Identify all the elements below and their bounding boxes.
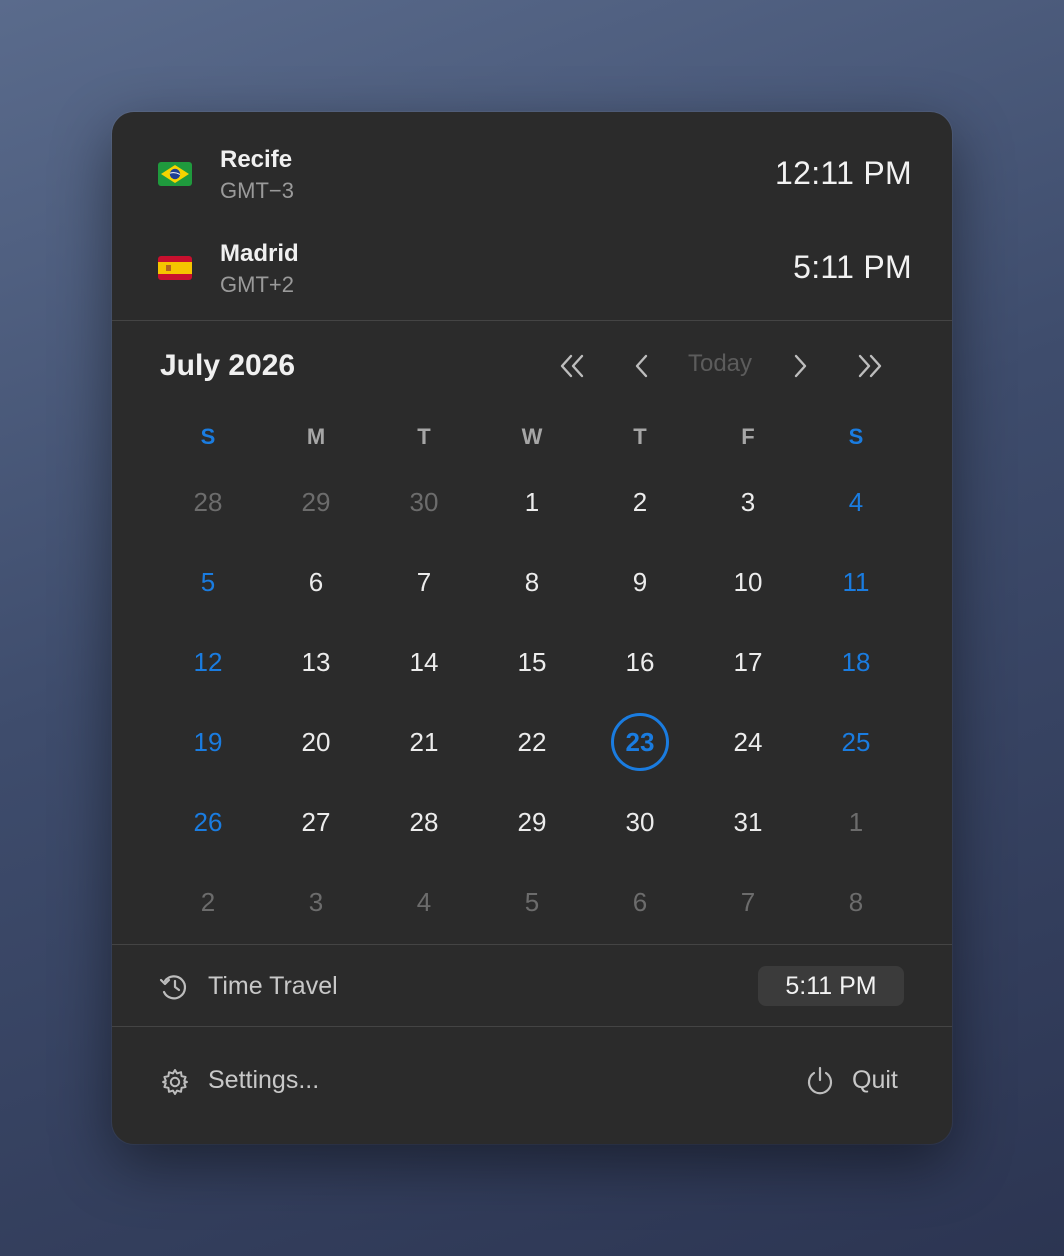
- power-icon[interactable]: [804, 1065, 836, 1102]
- day-cell[interactable]: 11: [802, 542, 910, 622]
- next-year-button[interactable]: [852, 348, 888, 384]
- weekday-label: F: [741, 424, 755, 449]
- day-cell[interactable]: 1: [478, 462, 586, 542]
- world-clock-panel: Recife GMT−3 12:11 PM Madrid GMT+2 5:11 …: [112, 112, 952, 1144]
- prev-year-button[interactable]: [554, 348, 590, 384]
- today-button[interactable]: Today: [672, 350, 768, 378]
- clock-row-recife[interactable]: Recife GMT−3 12:11 PM: [112, 130, 952, 224]
- day-cell[interactable]: 1: [802, 782, 910, 862]
- weekday-label: T: [417, 424, 431, 449]
- weekday-label: S: [848, 424, 864, 449]
- clock-time: 5:11 PM: [793, 249, 912, 285]
- day-cell[interactable]: 7: [694, 862, 802, 942]
- day-cell[interactable]: 3: [262, 862, 370, 942]
- week-row: 19 20 21 22 23 24 25: [154, 702, 910, 782]
- settings-button[interactable]: Settings...: [208, 1066, 319, 1095]
- timezone-label: GMT−3: [220, 178, 294, 203]
- day-cell[interactable]: 26: [154, 782, 262, 862]
- day-cell[interactable]: 12: [154, 622, 262, 702]
- day-cell[interactable]: 25: [802, 702, 910, 782]
- day-cell[interactable]: 9: [586, 542, 694, 622]
- calendar-grid: S M T W T F S 28 29 30 1 2 3 4 5 6 7 8 9…: [154, 412, 910, 942]
- history-clock-icon: [158, 972, 190, 1007]
- day-cell[interactable]: 8: [802, 862, 910, 942]
- day-cell[interactable]: 2: [586, 462, 694, 542]
- week-row: 26 27 28 29 30 31 1: [154, 782, 910, 862]
- chevron-left-icon: [635, 354, 648, 378]
- week-row: 2 3 4 5 6 7 8: [154, 862, 910, 942]
- today-marker: 23: [611, 713, 669, 771]
- city-name: Madrid: [220, 240, 299, 267]
- day-cell[interactable]: 19: [154, 702, 262, 782]
- day-cell[interactable]: 2: [154, 862, 262, 942]
- time-travel-label: Time Travel: [208, 972, 338, 1000]
- day-cell[interactable]: 5: [154, 542, 262, 622]
- day-cell[interactable]: 31: [694, 782, 802, 862]
- prev-month-button[interactable]: [624, 348, 660, 384]
- week-row: 5 6 7 8 9 10 11: [154, 542, 910, 622]
- day-cell[interactable]: 13: [262, 622, 370, 702]
- day-cell[interactable]: 17: [694, 622, 802, 702]
- next-month-button[interactable]: [782, 348, 818, 384]
- day-cell[interactable]: 28: [154, 462, 262, 542]
- weekday-label: T: [633, 424, 647, 449]
- divider: [112, 1026, 952, 1027]
- spain-flag-icon: [158, 256, 192, 280]
- day-cell[interactable]: 18: [802, 622, 910, 702]
- day-cell[interactable]: 10: [694, 542, 802, 622]
- weekday-label: M: [306, 424, 326, 449]
- timezone-label: GMT+2: [220, 272, 294, 297]
- day-cell[interactable]: 30: [586, 782, 694, 862]
- clock-row-madrid[interactable]: Madrid GMT+2 5:11 PM: [112, 224, 952, 318]
- gear-icon[interactable]: [160, 1067, 190, 1102]
- divider: [112, 944, 952, 945]
- day-cell[interactable]: 4: [370, 862, 478, 942]
- day-cell[interactable]: 24: [694, 702, 802, 782]
- day-cell-today[interactable]: 23: [586, 702, 694, 782]
- week-row: 12 13 14 15 16 17 18: [154, 622, 910, 702]
- double-chevron-left-icon: [560, 354, 584, 378]
- day-cell[interactable]: 20: [262, 702, 370, 782]
- day-cell[interactable]: 8: [478, 542, 586, 622]
- day-cell[interactable]: 21: [370, 702, 478, 782]
- day-cell[interactable]: 6: [262, 542, 370, 622]
- quit-button[interactable]: Quit: [852, 1066, 898, 1095]
- weekday-label: W: [521, 424, 543, 449]
- day-cell[interactable]: 30: [370, 462, 478, 542]
- day-cell[interactable]: 16: [586, 622, 694, 702]
- day-cell[interactable]: 15: [478, 622, 586, 702]
- day-cell[interactable]: 5: [478, 862, 586, 942]
- week-row: 28 29 30 1 2 3 4: [154, 462, 910, 542]
- day-cell[interactable]: 28: [370, 782, 478, 862]
- day-cell[interactable]: 14: [370, 622, 478, 702]
- day-cell[interactable]: 29: [478, 782, 586, 862]
- divider: [112, 320, 952, 321]
- time-travel-time-field[interactable]: 5:11 PM: [758, 966, 904, 1006]
- day-cell[interactable]: 6: [586, 862, 694, 942]
- day-cell[interactable]: 7: [370, 542, 478, 622]
- weekday-label: S: [200, 424, 216, 449]
- weekday-header: S M T W T F S: [154, 412, 910, 462]
- day-cell[interactable]: 3: [694, 462, 802, 542]
- city-name: Recife: [220, 146, 293, 173]
- day-cell[interactable]: 4: [802, 462, 910, 542]
- double-chevron-right-icon: [858, 354, 882, 378]
- brazil-flag-icon: [158, 162, 192, 186]
- chevron-right-icon: [794, 354, 807, 378]
- day-cell[interactable]: 29: [262, 462, 370, 542]
- day-cell[interactable]: 27: [262, 782, 370, 862]
- month-title: July 2026: [160, 349, 296, 382]
- day-cell[interactable]: 22: [478, 702, 586, 782]
- clock-time: 12:11 PM: [775, 155, 912, 191]
